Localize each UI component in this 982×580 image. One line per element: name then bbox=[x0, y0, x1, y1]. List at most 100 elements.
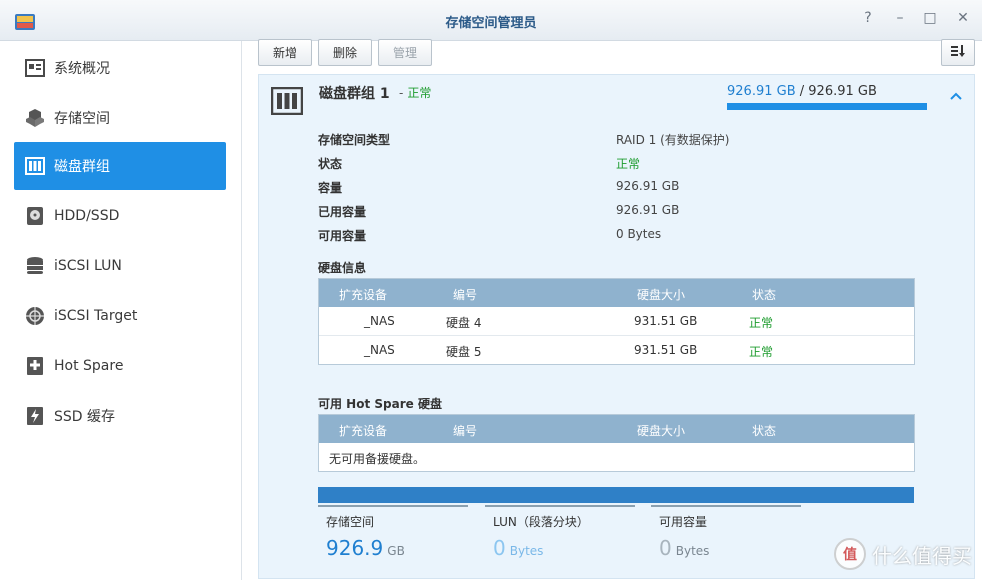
window-titlebar: 存储空间管理员 ? – □ ✕ bbox=[0, 0, 982, 41]
summary-available-value: 0 Bytes bbox=[651, 530, 801, 560]
sidebar-item-hot-spare[interactable]: Hot Spare bbox=[14, 342, 226, 390]
sidebar-item-iscsi-target[interactable]: iSCSI Target bbox=[14, 292, 226, 340]
summary-lun-label: LUN（段落分块） bbox=[493, 515, 589, 529]
hot-spare-plus-icon bbox=[24, 355, 46, 377]
hdd-icon bbox=[24, 205, 46, 227]
prop-label-used: 已用容量 bbox=[318, 205, 367, 219]
empty-text: 无可用备援硬盘。 bbox=[329, 452, 426, 466]
target-globe-icon bbox=[24, 305, 46, 327]
summary-lun-unit: Bytes bbox=[509, 544, 544, 558]
watermark-icon: 值 bbox=[834, 538, 866, 570]
disk-group-status: - 正常 bbox=[399, 86, 432, 100]
sidebar-item-hdd-ssd[interactable]: HDD/SSD bbox=[14, 192, 226, 240]
col-size[interactable]: 硬盘大小 bbox=[637, 286, 685, 303]
prop-label-status: 状态 bbox=[318, 157, 343, 171]
sidebar-item-label: iSCSI LUN bbox=[54, 258, 122, 274]
help-icon[interactable]: ? bbox=[860, 10, 876, 26]
sidebar-item-label: Hot Spare bbox=[54, 358, 124, 374]
usage-bar bbox=[727, 103, 927, 110]
sidebar-item-overview[interactable]: 系统概况 bbox=[14, 44, 226, 92]
usage-used: 926.91 GB bbox=[727, 84, 796, 99]
disk-group-title: 磁盘群组 1 bbox=[319, 86, 390, 102]
cell-status: 正常 bbox=[749, 316, 774, 330]
cell-size: 931.51 GB bbox=[634, 343, 698, 357]
volume-cubes-icon bbox=[24, 107, 46, 129]
prop-label-available: 可用容量 bbox=[318, 229, 367, 243]
disk-group-icon bbox=[24, 155, 46, 177]
cell-number: 硬盘 5 bbox=[446, 345, 482, 359]
table-row[interactable]: _NAS 硬盘 5 931.51 GB 正常 bbox=[319, 335, 914, 364]
database-icon bbox=[24, 255, 46, 277]
cell-device: _NAS bbox=[364, 343, 395, 357]
maximize-icon[interactable]: □ bbox=[922, 10, 938, 26]
summary-lun-number: 0 bbox=[493, 536, 506, 560]
sidebar-item-volume[interactable]: 存储空间 bbox=[14, 94, 226, 142]
sidebar-item-label: HDD/SSD bbox=[54, 208, 120, 224]
collapse-chevron-up-icon[interactable] bbox=[949, 89, 963, 105]
watermark-text: 什么值得买 bbox=[872, 543, 972, 568]
sidebar-item-ssd-cache[interactable]: SSD 缓存 bbox=[14, 392, 226, 440]
hot-spare-title: 可用 Hot Spare 硬盘 bbox=[318, 397, 442, 411]
summary-available-label: 可用容量 bbox=[659, 515, 708, 529]
sort-icon bbox=[950, 44, 966, 61]
disk-info-title: 硬盘信息 bbox=[318, 261, 367, 275]
cell-device: _NAS bbox=[364, 314, 395, 328]
cell-number: 硬盘 4 bbox=[446, 316, 482, 330]
hot-spare-table: 扩充设备 编号 硬盘大小 状态 无可用备援硬盘。 bbox=[318, 414, 915, 472]
usage-bar-fill bbox=[727, 103, 927, 110]
ssd-cache-bolt-icon bbox=[24, 405, 46, 427]
prop-value-type: RAID 1 (有数据保护) bbox=[616, 133, 730, 147]
summary-available: 可用容量 0 Bytes bbox=[651, 505, 801, 560]
table-header: 扩充设备 编号 硬盘大小 状态 bbox=[319, 279, 914, 307]
col-number[interactable]: 编号 bbox=[453, 286, 477, 303]
create-button[interactable]: 新增 bbox=[258, 39, 312, 66]
sort-button[interactable] bbox=[941, 39, 975, 66]
usage-total: 926.91 GB bbox=[808, 84, 877, 99]
table-header: 扩充设备 编号 硬盘大小 状态 bbox=[319, 415, 914, 443]
sidebar-item-label: 系统概况 bbox=[54, 61, 110, 77]
disk-group-panel: 磁盘群组 1 - 正常 926.91 GB / 926.91 GB 存储空间类型 … bbox=[258, 74, 975, 579]
col-status[interactable]: 状态 bbox=[752, 422, 776, 439]
sidebar-item-iscsi-lun[interactable]: iSCSI LUN bbox=[14, 242, 226, 290]
sidebar-item-label: SSD 缓存 bbox=[54, 409, 116, 425]
col-number[interactable]: 编号 bbox=[453, 422, 477, 439]
summary-lun: LUN（段落分块） 0 Bytes bbox=[485, 505, 635, 560]
prop-value-available: 0 Bytes bbox=[616, 227, 662, 241]
manage-button[interactable]: 管理 bbox=[378, 39, 432, 66]
sidebar-item-label: 存储空间 bbox=[54, 111, 110, 127]
prop-label-capacity: 容量 bbox=[318, 181, 343, 195]
sidebar: 系统概况 存储空间 磁盘群组 HDD/SSD iSCSI LUN iSCSI T… bbox=[0, 41, 242, 580]
sidebar-item-disk-group[interactable]: 磁盘群组 bbox=[14, 142, 226, 190]
watermark-logo: 值 什么值得买 bbox=[834, 538, 972, 570]
col-size[interactable]: 硬盘大小 bbox=[637, 422, 685, 439]
window-title: 存储空间管理员 bbox=[445, 16, 537, 31]
disk-group-status-text: 正常 bbox=[407, 86, 432, 100]
col-device[interactable]: 扩充设备 bbox=[339, 286, 387, 303]
disk-group-large-icon bbox=[270, 86, 304, 116]
summary-available-number: 0 bbox=[659, 536, 672, 560]
delete-button[interactable]: 删除 bbox=[318, 39, 372, 66]
table-row[interactable]: _NAS 硬盘 4 931.51 GB 正常 bbox=[319, 307, 914, 335]
cell-size: 931.51 GB bbox=[634, 314, 698, 328]
prop-value-used: 926.91 GB bbox=[616, 203, 680, 217]
summary-storage-label: 存储空间 bbox=[326, 515, 375, 529]
sidebar-item-label: 磁盘群组 bbox=[54, 159, 110, 175]
summary-storage-unit: GB bbox=[387, 544, 405, 558]
prop-value-capacity: 926.91 GB bbox=[616, 179, 680, 193]
summary-lun-value: 0 Bytes bbox=[485, 530, 635, 560]
summary-storage: 存储空间 926.9 GB bbox=[318, 505, 468, 560]
overview-icon bbox=[24, 57, 46, 79]
sidebar-item-label: iSCSI Target bbox=[54, 308, 138, 324]
minimize-icon[interactable]: – bbox=[892, 10, 908, 26]
close-icon[interactable]: ✕ bbox=[955, 10, 971, 26]
summary-storage-value: 926.9 GB bbox=[318, 530, 468, 560]
summary-available-unit: Bytes bbox=[675, 544, 710, 558]
empty-row: 无可用备援硬盘。 bbox=[319, 443, 914, 471]
usage-text: 926.91 GB / 926.91 GB bbox=[727, 84, 877, 99]
summary-storage-number: 926.9 bbox=[326, 536, 384, 560]
disk-info-table: 扩充设备 编号 硬盘大小 状态 _NAS 硬盘 4 931.51 GB 正常 _… bbox=[318, 278, 915, 365]
summary-bar bbox=[318, 487, 914, 503]
col-device[interactable]: 扩充设备 bbox=[339, 422, 387, 439]
prop-value-status: 正常 bbox=[616, 157, 641, 171]
col-status[interactable]: 状态 bbox=[752, 286, 776, 303]
